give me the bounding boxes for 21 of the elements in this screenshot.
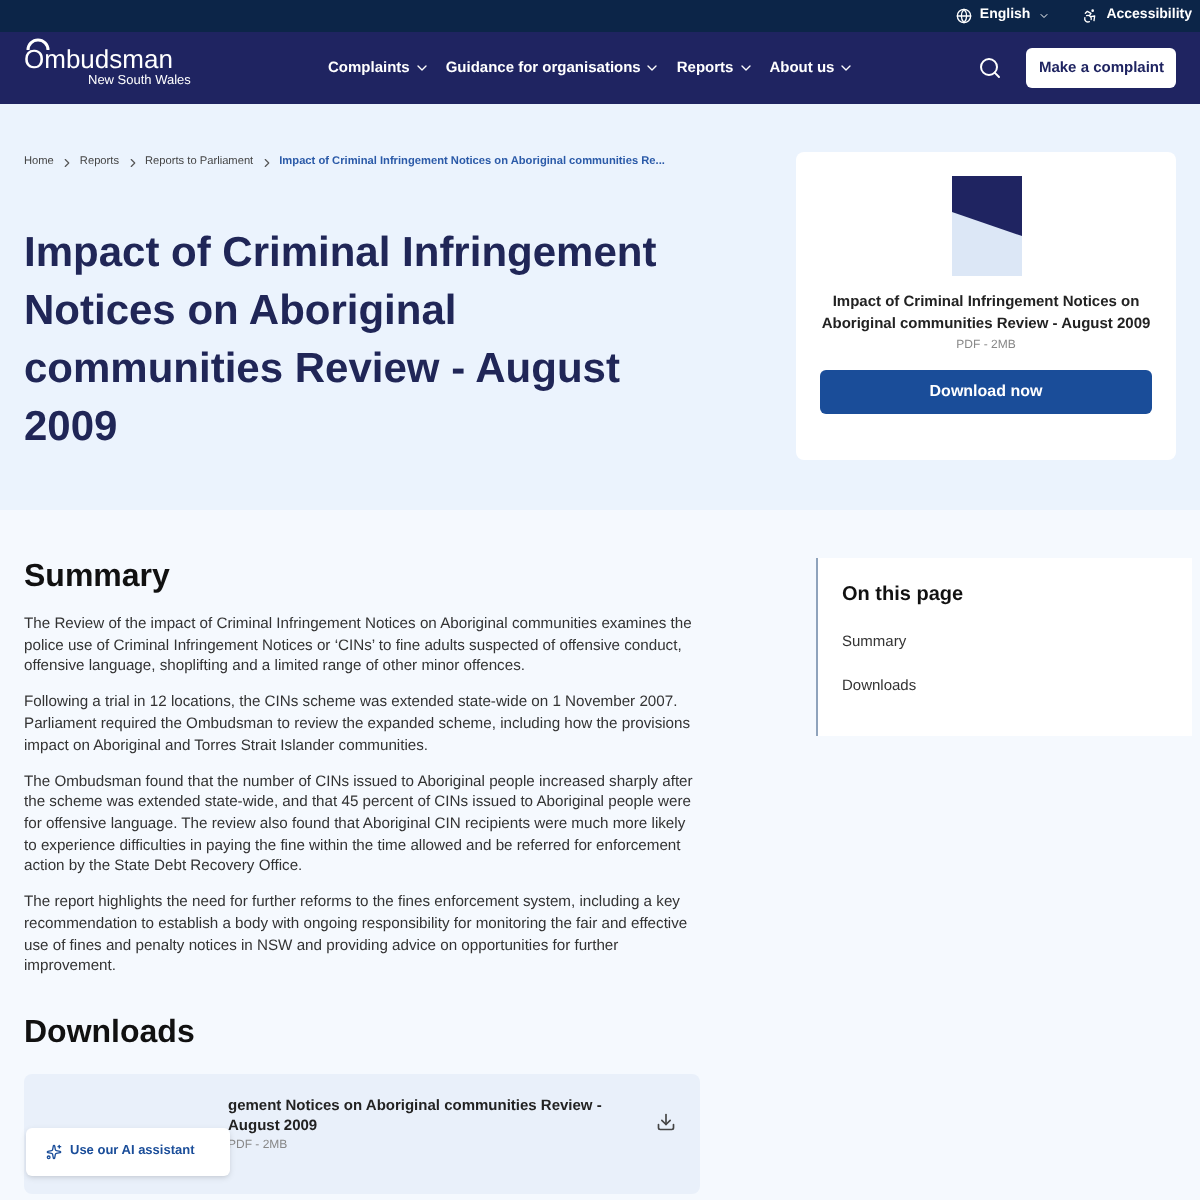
section-heading: Downloads — [24, 1013, 197, 1054]
section-heading: Summary — [24, 558, 172, 598]
download-icon[interactable] — [656, 1111, 676, 1132]
search-icon[interactable] — [978, 56, 1003, 80]
document-cover — [951, 176, 1021, 276]
download-button[interactable]: Download now — [820, 370, 1152, 414]
caret-icon — [413, 60, 430, 76]
chevron-icon — [59, 155, 74, 170]
caret-icon — [644, 60, 661, 76]
page-title: Impact of Criminal Infringement Notices on Aboriginal communities Review - August 2009 — [24, 228, 659, 455]
globe-icon — [955, 8, 972, 24]
chevron-icon — [259, 155, 274, 170]
caret-icon — [1038, 10, 1051, 22]
logo-name: Ombudsman — [24, 46, 173, 74]
panel-heading: On this page — [842, 582, 966, 610]
sparkle-icon — [46, 1144, 62, 1160]
caret-icon — [838, 60, 855, 76]
logo-icon — [26, 34, 50, 50]
accessibility-icon — [1082, 8, 1099, 24]
chevron-icon — [125, 155, 140, 170]
caret-icon — [737, 60, 754, 76]
